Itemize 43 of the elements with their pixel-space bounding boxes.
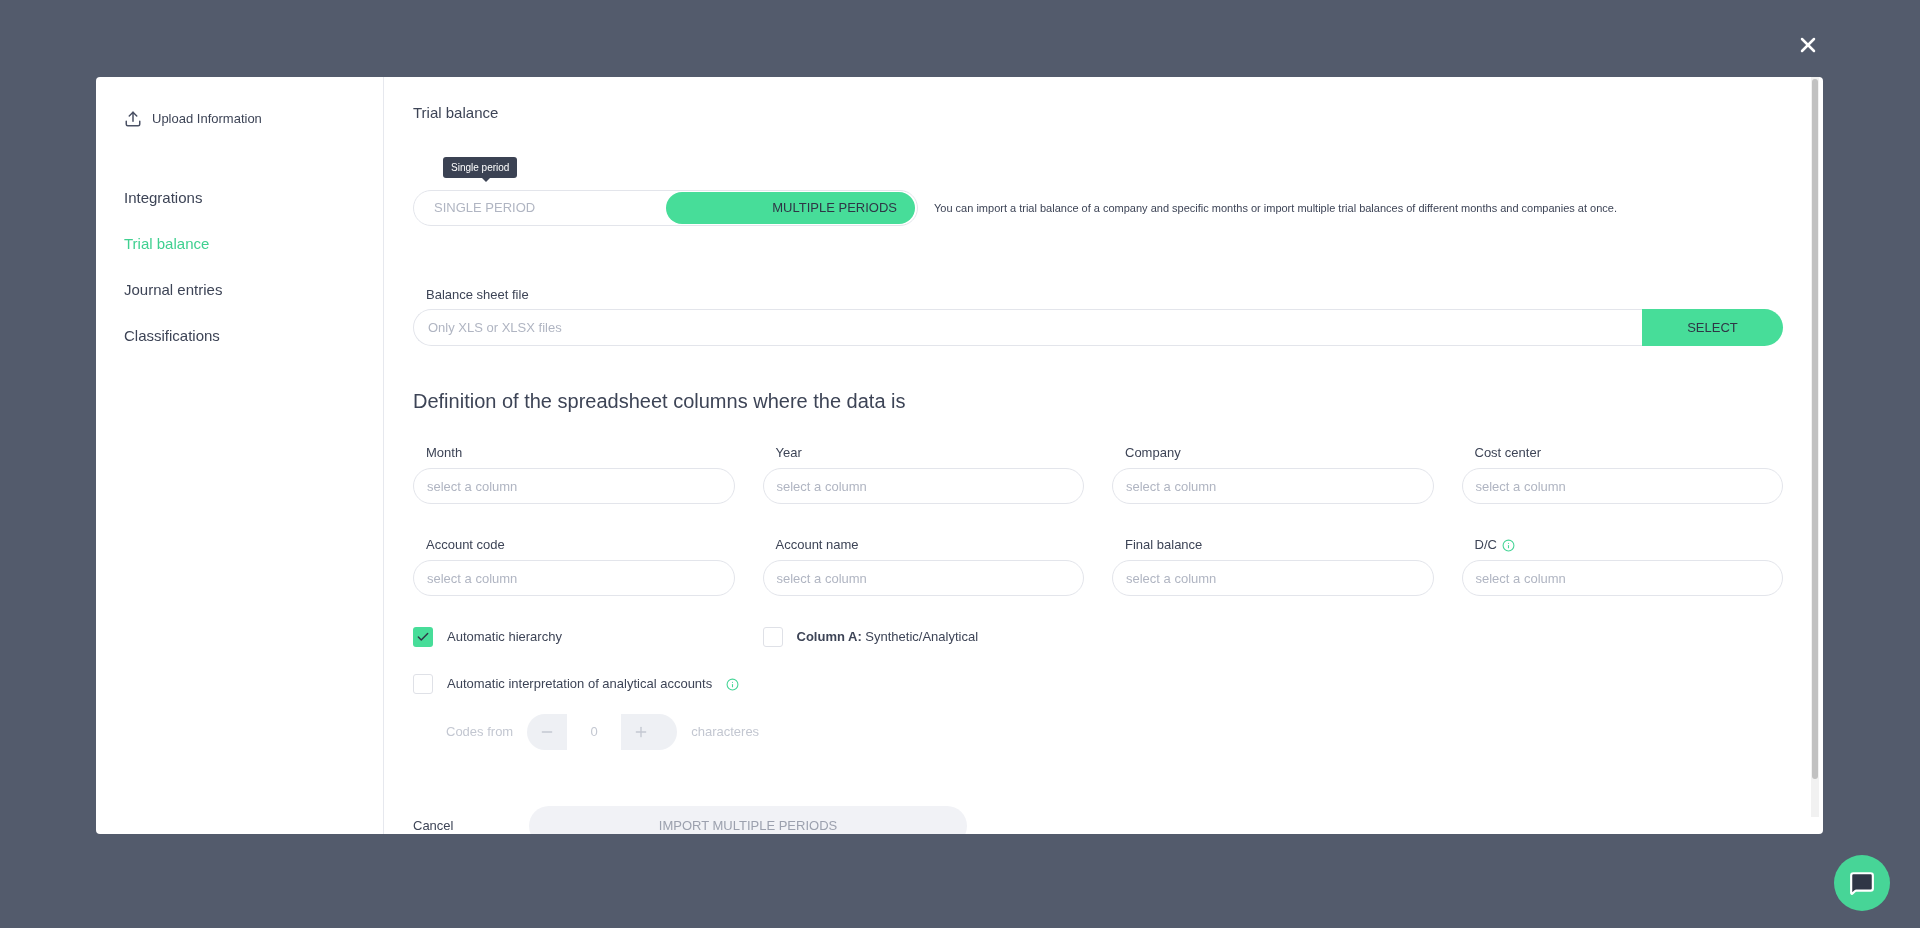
period-description: You can import a trial balance of a company and specific months or import multiple trial balances of different months and companies at once. [934,200,1617,216]
field-label: Balance sheet file [426,286,529,304]
sidebar-header: Upload Information [152,110,262,128]
field-label: Month [426,444,463,463]
field-label: Account code [426,536,505,555]
checkbox-label: Automatic interpretation of analytical accounts [447,675,713,694]
file-field[interactable]: Only XLS or XLSX files [413,309,1642,346]
field-label: Final balance [1125,536,1203,555]
field-label: Year [775,444,802,463]
column-select[interactable]: select a column [1461,560,1783,596]
column-select[interactable]: select a column [762,468,1084,504]
column-select[interactable]: select a column [413,560,735,596]
scrollbar[interactable] [1811,77,1819,817]
codes-label: Codes from [446,723,514,742]
info-icon [1501,538,1515,552]
field-label: Account name [775,536,859,555]
field-label: Company [1125,444,1181,463]
column-select[interactable]: select a column [1112,468,1434,504]
sidebar-item[interactable]: Classifications [124,324,383,346]
checkbox-label: Automatic hierarchy [447,628,562,647]
section-title: Trial balance [413,103,500,123]
sidebar-item[interactable]: Journal entries [124,278,383,300]
field-label: Cost center [1474,444,1541,463]
codes-suffix: characteres [691,723,760,742]
upload-icon [124,109,142,128]
column-select[interactable]: select a column [1112,560,1434,596]
select-button[interactable]: SELECT [1642,309,1783,346]
chat-icon [1849,870,1875,896]
period-tab[interactable]: MULTIPLE PERIODS [665,192,915,224]
checkbox[interactable] [413,674,433,694]
checkbox[interactable] [413,627,433,647]
codes-value: 0 [567,714,622,750]
sidebar-item[interactable]: Integrations [124,186,383,208]
checkbox[interactable] [762,627,783,647]
field-label: D/C [1474,536,1497,555]
check-icon [416,630,430,644]
column-select[interactable]: select a column [762,560,1084,596]
column-select[interactable]: select a column [1461,468,1783,504]
info-icon [726,677,740,691]
columns-heading: Definition of the spreadsheet columns where the data is [413,389,906,413]
column-select[interactable]: select a column [413,468,735,504]
checkbox-label: Column A: Synthetic/Analytical [796,628,979,647]
cancel-button[interactable]: Cancel [413,816,529,834]
